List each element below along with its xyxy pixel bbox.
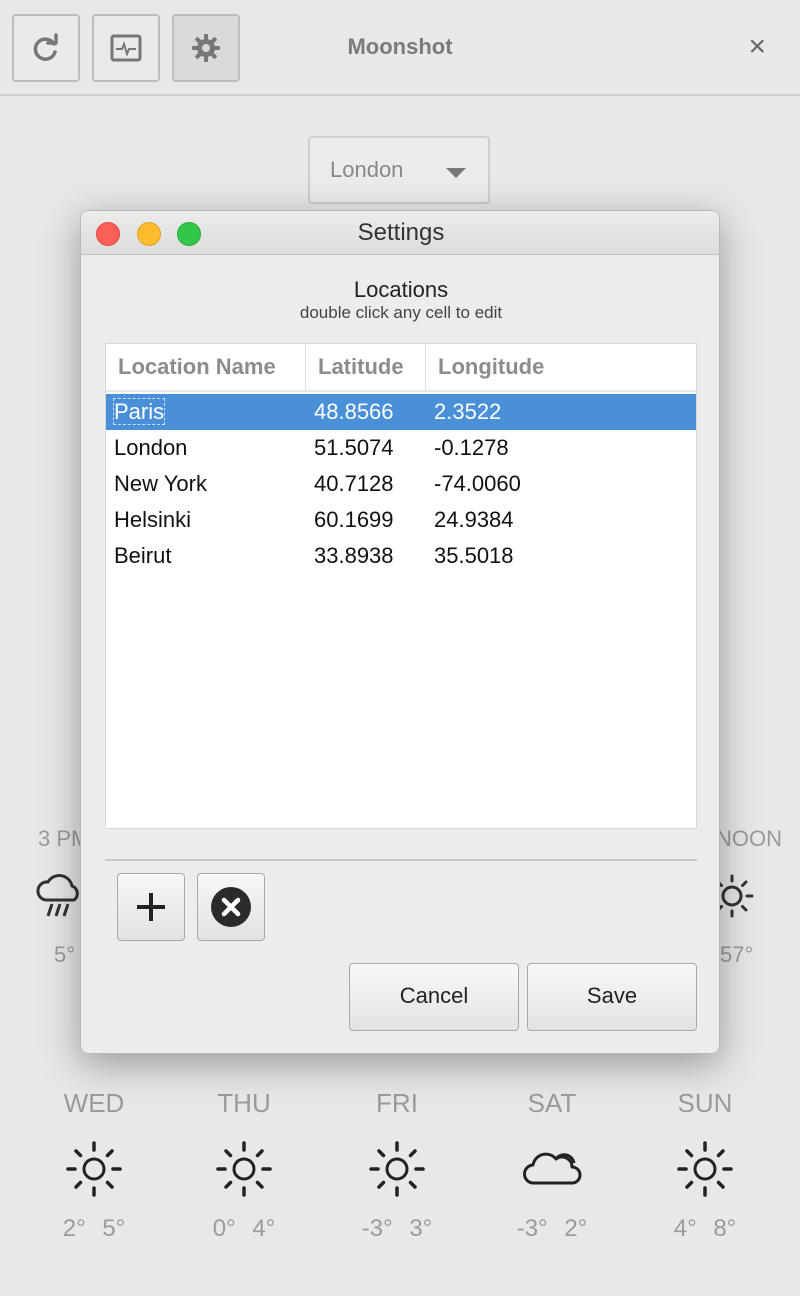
hourly-temp: 5°: [54, 942, 76, 967]
dialog-titlebar[interactable]: Settings: [81, 211, 719, 255]
sun-icon: [369, 1141, 425, 1197]
day-temps: -3° 3°: [361, 1215, 433, 1242]
cancel-button[interactable]: Cancel: [349, 963, 519, 1031]
divider: [105, 859, 697, 861]
hourly-time-label: NOON: [716, 826, 782, 851]
day-forecast-sun: SUN 4° 8°: [645, 1088, 765, 1243]
section-subtitle: double click any cell to edit: [299, 303, 503, 322]
cell-longitude[interactable]: 2.3522: [434, 394, 501, 430]
day-forecast-sat: SAT -3° 2°: [492, 1088, 612, 1243]
cell-latitude[interactable]: 48.8566: [314, 394, 394, 430]
dialog-title: Settings: [357, 219, 445, 246]
table-row[interactable]: Beirut 33.8938 35.5018: [106, 538, 696, 574]
app-window: Moonshot × London 3 PM 5° NOON 57° WED 2…: [0, 0, 800, 1296]
plus-icon: [137, 893, 165, 921]
remove-circle-icon: [211, 887, 251, 927]
day-name: THU: [217, 1088, 271, 1118]
add-location-button[interactable]: [117, 873, 185, 941]
daily-forecast: WED 2° 5° THU 0° 4° FRI -3° 3° SAT -3° 2…: [0, 1088, 800, 1268]
table-row[interactable]: New York 40.7128 -74.0060: [106, 466, 696, 502]
settings-dialog: Settings Locations double click any cell…: [80, 210, 720, 1054]
column-header-latitude[interactable]: Latitude: [306, 344, 426, 392]
day-name: FRI: [376, 1088, 418, 1118]
cell-longitude[interactable]: 35.5018: [434, 538, 514, 574]
column-header-location-name[interactable]: Location Name: [106, 344, 306, 392]
cell-latitude[interactable]: 33.8938: [314, 538, 394, 574]
location-select[interactable]: London: [308, 136, 490, 204]
cell-location-name[interactable]: London: [114, 430, 187, 466]
hourly-temp: 57°: [720, 942, 754, 967]
day-temps: -3° 2°: [516, 1215, 588, 1242]
day-temps: 2° 5°: [62, 1215, 126, 1242]
sun-icon: [677, 1141, 733, 1197]
save-button[interactable]: Save: [527, 963, 697, 1031]
day-temps: 4° 8°: [673, 1215, 737, 1242]
table-row[interactable]: Paris 48.8566 2.3522: [106, 394, 696, 430]
day-name: WED: [63, 1088, 125, 1118]
location-select-value: London: [330, 157, 404, 182]
section-title: Locations: [353, 277, 449, 302]
toolbar: Moonshot ×: [0, 0, 800, 96]
cell-longitude[interactable]: -74.0060: [434, 466, 521, 502]
cell-location-name[interactable]: Beirut: [114, 538, 171, 574]
table-row[interactable]: Helsinki 60.1699 24.9384: [106, 502, 696, 538]
rain-cloud-icon: [36, 874, 79, 917]
app-title: Moonshot: [347, 34, 453, 59]
cell-text: Paris: [112, 398, 166, 425]
cell-longitude[interactable]: -0.1278: [434, 430, 509, 466]
cell-latitude[interactable]: 40.7128: [314, 466, 394, 502]
day-forecast-fri: FRI -3° 3°: [337, 1088, 457, 1243]
column-header-longitude[interactable]: Longitude: [426, 344, 696, 392]
day-name: SUN: [677, 1088, 733, 1118]
locations-table: Location Name Latitude Longitude Paris 4…: [105, 343, 697, 829]
close-icon[interactable]: ×: [748, 30, 766, 64]
sun-icon: [66, 1141, 122, 1197]
cell-location-name[interactable]: Helsinki: [114, 502, 191, 538]
cell-latitude[interactable]: 60.1699: [314, 502, 394, 538]
day-name: SAT: [527, 1088, 577, 1118]
cell-longitude[interactable]: 24.9384: [434, 502, 514, 538]
sun-icon: [216, 1141, 272, 1197]
cell-location-name[interactable]: Paris: [112, 394, 166, 430]
chevron-down-icon: [446, 168, 466, 178]
cell-location-name[interactable]: New York: [114, 466, 207, 502]
day-forecast-wed: WED 2° 5°: [34, 1088, 154, 1243]
table-header: Location Name Latitude Longitude: [106, 344, 696, 392]
remove-location-button[interactable]: [197, 873, 265, 941]
day-temps: 0° 4°: [212, 1215, 276, 1242]
table-row[interactable]: London 51.5074 -0.1278: [106, 430, 696, 466]
cloud-icon: [523, 1152, 582, 1185]
day-forecast-thu: THU 0° 4°: [184, 1088, 304, 1243]
cell-latitude[interactable]: 51.5074: [314, 430, 394, 466]
